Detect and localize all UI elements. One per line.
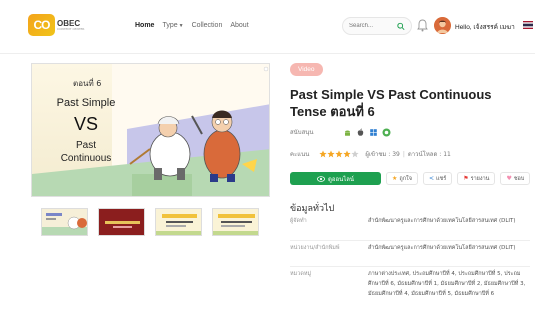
star-empty-icon xyxy=(351,150,359,158)
star-filled-icon xyxy=(319,150,327,158)
android-icon xyxy=(343,128,352,137)
separator: | xyxy=(402,150,405,158)
section-title: ข้อมูลทั่วไป xyxy=(290,204,335,214)
windows-icon xyxy=(369,128,378,137)
thumbnail-1[interactable] xyxy=(41,208,88,236)
support-row: สนับสนุน xyxy=(290,127,391,137)
info-row-publisher: หน่วยงาน/สำนักพิมพ์ สำนักพัฒนาครูและการศ… xyxy=(290,240,530,253)
user-greeting[interactable]: Hello, เจ้งสรรค์ เมฆา xyxy=(455,22,515,32)
favorite-button[interactable]: ★ ถูกใจ xyxy=(386,172,418,185)
thai-flag-icon[interactable] xyxy=(523,21,533,29)
search-icon[interactable] xyxy=(397,22,405,31)
eye-icon xyxy=(316,175,325,182)
logo-subtext: CONTENT CENTER xyxy=(57,26,85,31)
star-filled-icon xyxy=(335,150,343,158)
rating-row: คะแนน ผู้เข้าชม : 39 | ดาวน์โหลด : 11 xyxy=(290,149,451,159)
like-label: ชอบ xyxy=(513,175,525,182)
star-filled-icon xyxy=(327,150,335,158)
title-line-1: Past Simple xyxy=(57,97,116,109)
title-line-4: Continuous xyxy=(61,153,112,164)
nav-home[interactable]: Home xyxy=(135,22,154,29)
platform-icons xyxy=(343,128,391,137)
info-row-category: หมวดหมู่ ภาษาต่างประเทศ, ประถมศึกษาปีที่… xyxy=(290,266,530,299)
report-button[interactable]: ⚑ รายงาน xyxy=(457,172,496,185)
thumbnail-2[interactable] xyxy=(98,208,145,236)
info-value: ภาษาต่างประเทศ, ประถมศึกษาปีที่ 4, ประถม… xyxy=(368,271,526,297)
share-icon: < xyxy=(428,175,434,182)
info-key: หน่วยงาน/สำนักพิมพ์ xyxy=(290,245,340,251)
chevron-down-icon: ▼ xyxy=(178,23,184,29)
nav-type-label: Type xyxy=(162,22,178,29)
title-line-3: Past xyxy=(76,140,96,151)
main-preview-image[interactable]: ตอนที่ 6 Past Simple VS Past Continuous xyxy=(31,63,270,197)
logo-wordmark: OBEC CONTENT CENTER xyxy=(57,19,85,31)
logo[interactable]: CO OBEC CONTENT CENTER xyxy=(28,14,85,36)
view-online-label: ดูออนไลน์ xyxy=(327,175,354,183)
favorite-label: ถูกใจ xyxy=(399,175,412,182)
info-value: สำนักพัฒนาครูและการศึกษาด้วยเทคโนโลยีสาร… xyxy=(368,218,516,224)
nav-about[interactable]: About xyxy=(230,22,248,29)
view-online-button[interactable]: ดูออนไลน์ xyxy=(290,172,381,185)
downloads-count: ดาวน์โหลด : 11 xyxy=(407,151,451,158)
star-icon: ★ xyxy=(392,175,398,182)
report-label: รายงาน xyxy=(470,175,490,182)
action-bar: ดูออนไลน์ ★ ถูกใจ < แชร์ ⚑ รายงาน ♥ ชอบ xyxy=(290,172,531,185)
top-header: CO OBEC CONTENT CENTER Home Type▼ Collec… xyxy=(0,0,535,54)
type-badge: Video xyxy=(290,63,323,76)
episode-text: ตอนที่ 6 xyxy=(73,77,101,88)
like-button[interactable]: ♥ ชอบ xyxy=(500,172,531,185)
info-key: หมวดหมู่ xyxy=(290,271,312,277)
rating-label: คะแนน xyxy=(290,151,310,158)
share-label: แชร์ xyxy=(436,175,447,182)
thumbnail-strip xyxy=(41,208,259,236)
nav-collection[interactable]: Collection xyxy=(192,22,223,29)
thumbnail-4[interactable] xyxy=(212,208,259,236)
search-input[interactable] xyxy=(349,23,397,29)
avatar[interactable] xyxy=(434,17,451,34)
views-count: ผู้เข้าชม : 39 xyxy=(365,151,400,158)
share-button[interactable]: < แชร์ xyxy=(422,172,453,185)
info-key: ผู้จัดทำ xyxy=(290,218,307,224)
bell-icon[interactable] xyxy=(417,19,428,32)
main-nav: Home Type▼ Collection About xyxy=(135,22,249,29)
web-icon xyxy=(382,128,391,137)
thumbnail-3[interactable] xyxy=(155,208,202,236)
nav-type[interactable]: Type▼ xyxy=(162,22,183,29)
flag-icon: ⚑ xyxy=(463,175,469,182)
logo-mark-text: CO xyxy=(33,18,51,32)
apple-icon xyxy=(356,128,365,137)
star-filled-icon xyxy=(343,150,351,158)
rating-stars xyxy=(319,150,359,158)
info-value: สำนักพัฒนาครูและการศึกษาด้วยเทคโนโลยีสาร… xyxy=(368,245,516,251)
support-label: สนับสนุน xyxy=(290,129,314,136)
info-row-author: ผู้จัดทำ สำนักพัฒนาครูและการศึกษาด้วยเทค… xyxy=(290,216,530,226)
heart-icon: ♥ xyxy=(506,175,512,182)
search-box xyxy=(342,17,412,35)
page-title: Past Simple VS Past Continuous Tense ตอน… xyxy=(290,87,492,119)
title-line-2: VS xyxy=(74,114,98,134)
logo-mark: CO xyxy=(28,14,55,36)
